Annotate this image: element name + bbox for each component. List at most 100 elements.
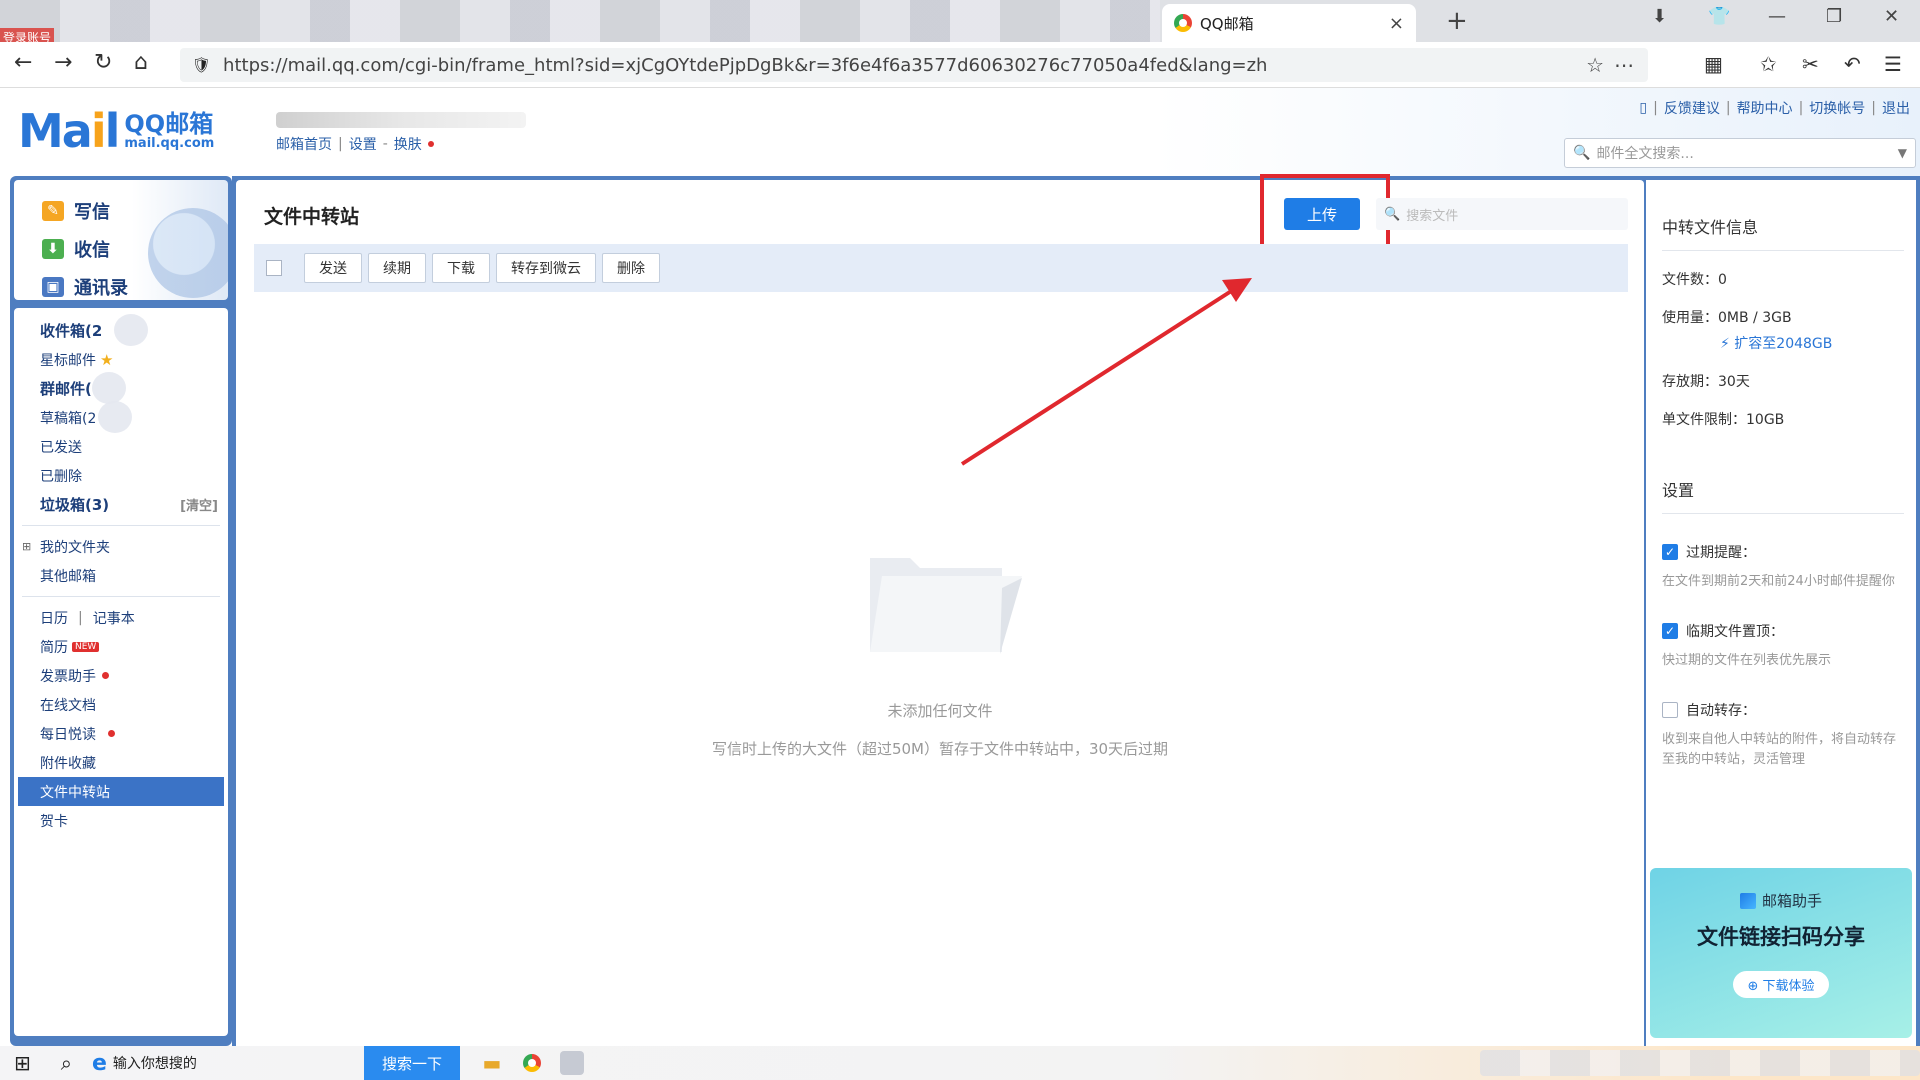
expand-storage-link[interactable]: ⚡ 扩容至2048GB (1662, 333, 1904, 353)
search-icon[interactable]: ⌕ (61, 1051, 72, 1075)
file-explorer-icon[interactable]: ▬ (472, 1046, 512, 1080)
mail-assistant-promo[interactable]: 邮箱助手 文件链接扫码分享 ⊕ 下载体验 (1650, 868, 1912, 1038)
active-tab[interactable]: QQ邮箱 × (1162, 4, 1416, 42)
quick-actions: ✎ 写信 ⬇ 收信 ▣ 通讯录 (14, 180, 228, 300)
logout-link[interactable]: 退出 (1882, 98, 1910, 118)
header-links: 邮箱首页 | 设置 - 换肤 (276, 134, 434, 154)
sidebar-item-daily-read[interactable]: 每日悦读 (14, 719, 228, 748)
pencil-icon: ✎ (42, 201, 64, 221)
sidebar-item-sent[interactable]: 已发送 (14, 432, 228, 461)
mail-search-placeholder: 邮件全文搜索... (1596, 146, 1694, 162)
favorites-icon[interactable]: ✩ (1760, 52, 1777, 76)
separator: | (338, 136, 343, 152)
feedback-link[interactable]: 反馈建议 (1664, 98, 1720, 118)
logo-text: QQ邮箱 mail.qq.com (124, 110, 215, 152)
sidebar-item-other-mailbox[interactable]: 其他邮箱 (14, 561, 228, 590)
logo-domain: mail.qq.com (124, 136, 215, 152)
folder-label: 星标邮件 (40, 352, 96, 369)
bookmark-star-icon[interactable]: ☆ (1586, 53, 1604, 77)
sidebar-item-resume[interactable]: 简历 NEW (14, 632, 228, 661)
folder-label: 附件收藏 (40, 755, 96, 772)
notes-link[interactable]: 记事本 (93, 608, 135, 628)
assistant-logo-icon (1739, 892, 1756, 909)
sidebar-item-my-folders[interactable]: ⊞ 我的文件夹 (14, 532, 228, 561)
minimize-icon[interactable]: — (1768, 6, 1786, 27)
chevron-down-icon[interactable]: ▼ (1898, 146, 1907, 160)
browser-app-icon[interactable] (512, 1046, 552, 1080)
apps-grid-icon[interactable]: ▦ (1704, 52, 1723, 76)
sidebar-item-docs[interactable]: 在线文档 (14, 690, 228, 719)
mobile-icon[interactable]: ▯ (1639, 100, 1647, 116)
pin-expiring-checkbox[interactable]: ✓ (1662, 622, 1678, 639)
download-circle-icon: ⊕ (1747, 979, 1759, 994)
top-right-links: ▯ | 反馈建议 | 帮助中心 | 切换帐号 | 退出 (1639, 98, 1910, 118)
sidebar-item-starred[interactable]: 星标邮件 ★ (14, 345, 228, 374)
search-icon: 🔍 (1573, 145, 1591, 161)
folder-label: 收件箱(2 (40, 322, 103, 340)
tab-close-icon[interactable]: × (1389, 13, 1404, 34)
new-tab-button[interactable]: + (1446, 6, 1468, 36)
sidebar-item-deleted[interactable]: 已删除 (14, 461, 228, 490)
sidebar-item-drafts[interactable]: 草稿箱(2 (14, 401, 228, 433)
file-count: 文件数：0 (1662, 272, 1727, 288)
folder-label: 垃圾箱(3) (40, 496, 110, 514)
window-close-icon[interactable]: ✕ (1884, 6, 1899, 27)
help-link[interactable]: 帮助中心 (1737, 98, 1793, 118)
home-icon[interactable]: ⌂ (134, 50, 148, 75)
undo-icon[interactable]: ↶ (1844, 52, 1861, 76)
settings-link[interactable]: 设置 (349, 134, 377, 154)
transfer-info-panel: 中转文件信息 文件数：0 使用量：0MB / 3GB ⚡ 扩容至2048GB 存… (1646, 180, 1916, 1046)
taskbar-search-button[interactable]: 搜索一下 (363, 1046, 460, 1080)
windows-start-icon[interactable]: ⊞ (14, 1051, 31, 1075)
shield-icon: 🛡 (192, 56, 212, 74)
sidebar-item-spam[interactable]: 垃圾箱(3) [清空] (14, 490, 228, 519)
option-description: 收到来自他人中转站的附件，将自动转存至我的中转站，灵活管理 (1662, 731, 1897, 768)
empty-title: 未添加任何文件 (887, 702, 993, 720)
storage-period: 存放期：30天 (1662, 374, 1750, 390)
promo-subtitle: 邮箱助手 (1761, 892, 1822, 910)
sidebar-item-cards[interactable]: 贺卡 (14, 806, 228, 835)
star-icon: ★ (100, 350, 114, 369)
restore-icon[interactable]: ❐ (1826, 6, 1842, 27)
qq-mail-logo[interactable]: Mail QQ邮箱 mail.qq.com (18, 104, 214, 158)
calendar-link[interactable]: 日历 (40, 608, 68, 628)
reload-icon[interactable]: ↻ (94, 50, 112, 75)
lightning-icon: ⚡ (1720, 336, 1730, 352)
forward-icon[interactable]: → (54, 50, 72, 75)
separator: | (1653, 100, 1658, 116)
sidebar-item-invoice[interactable]: 发票助手 (14, 661, 228, 690)
expand-plus-icon[interactable]: ⊞ (22, 540, 31, 553)
blurred-app-icon[interactable] (552, 1046, 592, 1080)
folder-label: 其他邮箱 (40, 568, 96, 585)
back-icon[interactable]: ← (14, 50, 32, 75)
shirt-icon[interactable]: 👕 (1708, 6, 1730, 27)
skin-link[interactable]: 换肤 (394, 134, 422, 154)
sidebar-item-inbox[interactable]: 收件箱(2 (14, 314, 228, 346)
taskbar-search-box[interactable]: e 输入你想搜的 (92, 1051, 292, 1076)
download-icon[interactable]: ⬇ (1652, 6, 1667, 27)
taskbar-search-text: 输入你想搜的 (112, 1056, 197, 1072)
expiry-reminder-option: ✓ 过期提醒： 在文件到期前2天和前24小时邮件提醒你 (1662, 542, 1904, 593)
pin-expiring-option: ✓ 临期文件置顶： 快过期的文件在列表优先展示 (1662, 621, 1904, 672)
more-icon[interactable]: ⋯ (1614, 53, 1634, 77)
contacts-label: 通讯录 (74, 278, 128, 299)
auto-save-checkbox[interactable] (1662, 701, 1678, 718)
switch-account-link[interactable]: 切换帐号 (1809, 98, 1865, 118)
scissors-icon[interactable]: ✂ (1802, 52, 1819, 76)
url-input[interactable]: 🛡 https://mail.qq.com/cgi-bin/frame_html… (180, 48, 1648, 82)
windows-taskbar: ⊞ ⌕ e 输入你想搜的 搜索一下 ▬ (0, 1046, 1920, 1080)
system-tray-blurred (1480, 1050, 1920, 1076)
mail-home-link[interactable]: 邮箱首页 (276, 134, 332, 154)
folder-label: 文件中转站 (40, 784, 110, 801)
expiry-reminder-checkbox[interactable]: ✓ (1662, 544, 1678, 560)
empty-description: 写信时上传的大文件（超过50M）暂存于文件中转站中，30天后过期 (711, 740, 1169, 758)
blurred-tabs (0, 0, 1160, 42)
sidebar-item-attachments[interactable]: 附件收藏 (14, 748, 228, 777)
clear-spam-link[interactable]: [清空] (180, 495, 218, 514)
sidebar-item-group[interactable]: 群邮件( (14, 372, 228, 404)
mail-search-input[interactable]: 🔍 邮件全文搜索... ▼ (1564, 138, 1916, 168)
menu-icon[interactable]: ☰ (1884, 52, 1902, 76)
promo-download-button[interactable]: ⊕ 下载体验 (1733, 971, 1829, 998)
inbox-download-icon: ⬇ (42, 239, 64, 259)
sidebar-item-transfer[interactable]: 文件中转站 (18, 777, 224, 806)
